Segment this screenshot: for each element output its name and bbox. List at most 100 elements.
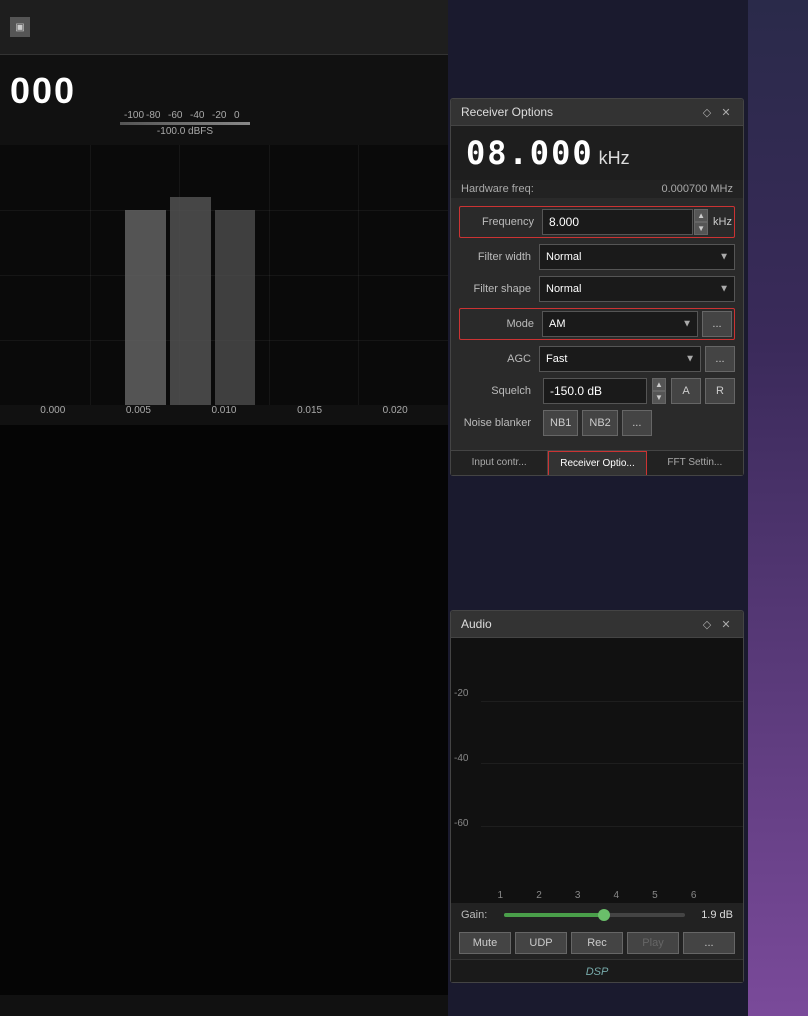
audio-extra-button[interactable]: ... bbox=[683, 932, 735, 954]
scale-ref-label: -100.0 dBFS bbox=[157, 126, 213, 137]
panel-header-controls: ◇ ✕ bbox=[700, 105, 733, 119]
squelch-a-button[interactable]: A bbox=[671, 378, 701, 404]
freq-unit: kHz bbox=[599, 148, 630, 169]
tab-fft-settings[interactable]: FFT Settin... bbox=[647, 451, 743, 475]
mute-button[interactable]: Mute bbox=[459, 932, 511, 954]
audio-x-axis: 1 2 3 4 5 6 bbox=[451, 888, 743, 903]
frequency-row: Frequency ▲ ▼ kHz bbox=[459, 206, 735, 238]
audio-pin-button[interactable]: ◇ bbox=[700, 617, 714, 631]
freq-d5: 0 bbox=[572, 134, 591, 172]
squelch-down-button[interactable]: ▼ bbox=[652, 391, 666, 404]
agc-select-wrapper: Fast Medium Slow Off ▼ bbox=[539, 346, 701, 372]
hw-freq-value: 0.000700 MHz bbox=[661, 183, 733, 195]
spectrum-canvas[interactable] bbox=[0, 145, 448, 405]
squelch-label: Squelch bbox=[459, 385, 539, 397]
audio-canvas: -20 -40 -60 bbox=[451, 638, 743, 888]
filter-shape-select[interactable]: Normal Soft Sharp bbox=[539, 276, 735, 302]
freq-digits: 000 bbox=[10, 70, 76, 111]
audio-panel-header: Audio ◇ ✕ bbox=[451, 611, 743, 638]
mode-label: Mode bbox=[462, 318, 542, 330]
gain-thumb bbox=[598, 909, 610, 921]
squelch-row: Squelch ▲ ▼ A R bbox=[459, 378, 735, 404]
app-icon: ▣ bbox=[10, 17, 30, 37]
freq-down-button[interactable]: ▼ bbox=[694, 222, 708, 235]
mode-select-wrapper: AM FM USB LSB CW WFM ▼ bbox=[542, 311, 698, 337]
dsp-bar: DSP bbox=[451, 959, 743, 982]
waterfall[interactable] bbox=[0, 425, 448, 995]
noise-blanker-row: Noise blanker NB1 NB2 ... bbox=[459, 410, 735, 436]
hw-freq-row: Hardware freq: 0.000700 MHz bbox=[451, 180, 743, 198]
agc-label: AGC bbox=[459, 353, 539, 365]
audio-panel-title: Audio bbox=[461, 617, 492, 631]
gain-slider[interactable] bbox=[504, 913, 685, 917]
freq-dot: . bbox=[509, 134, 528, 172]
filter-width-select[interactable]: Normal Wide Narrow bbox=[539, 244, 735, 270]
audio-hgrid-2 bbox=[481, 763, 743, 764]
frequency-label: Frequency bbox=[462, 216, 542, 228]
scale-numbers: -100 -80 -60 -40 -20 0 bbox=[124, 110, 246, 121]
nb1-button[interactable]: NB1 bbox=[543, 410, 578, 436]
audio-panel-controls: ◇ ✕ bbox=[700, 617, 733, 631]
squelch-up-button[interactable]: ▲ bbox=[652, 378, 666, 391]
spec-bar-1 bbox=[125, 210, 165, 405]
rec-button[interactable]: Rec bbox=[571, 932, 623, 954]
spectrum-scale: -100 -80 -60 -40 -20 0 -100.0 dBFS bbox=[120, 110, 250, 137]
main-freq-display: 000 bbox=[0, 65, 86, 117]
audio-y-label-20: -20 bbox=[454, 688, 468, 699]
spectrum-area: ▣ 000 -100 -80 -60 -40 -20 0 -100.0 dBFS bbox=[0, 0, 448, 1016]
hw-freq-label: Hardware freq: bbox=[461, 183, 534, 195]
agc-extra-button[interactable]: ... bbox=[705, 346, 735, 372]
receiver-tab-bar: Input contr... Receiver Optio... FFT Set… bbox=[451, 450, 743, 475]
audio-hgrid-3 bbox=[481, 826, 743, 827]
mode-select[interactable]: AM FM USB LSB CW WFM bbox=[542, 311, 698, 337]
filter-width-select-wrapper: Normal Wide Narrow ▼ bbox=[539, 244, 735, 270]
gain-row: Gain: 1.9 dB bbox=[451, 903, 743, 927]
freq-d3: 0 bbox=[530, 134, 549, 172]
frequency-input[interactable] bbox=[542, 209, 693, 235]
right-background bbox=[748, 0, 808, 1016]
gain-value: 1.9 dB bbox=[693, 909, 733, 921]
filter-width-row: Filter width Normal Wide Narrow ▼ bbox=[459, 244, 735, 270]
audio-buttons: Mute UDP Rec Play ... bbox=[451, 927, 743, 959]
filter-shape-select-wrapper: Normal Soft Sharp ▼ bbox=[539, 276, 735, 302]
tab-input-control[interactable]: Input contr... bbox=[451, 451, 548, 475]
noise-blanker-extra-button[interactable]: ... bbox=[622, 410, 652, 436]
audio-y-label-40: -40 bbox=[454, 753, 468, 764]
nb2-button[interactable]: NB2 bbox=[582, 410, 617, 436]
freq-d4: 0 bbox=[551, 134, 570, 172]
audio-close-button[interactable]: ✕ bbox=[719, 617, 733, 631]
freq-up-button[interactable]: ▲ bbox=[694, 209, 708, 222]
filter-width-label: Filter width bbox=[459, 251, 539, 263]
tab-receiver-options[interactable]: Receiver Optio... bbox=[548, 451, 646, 475]
top-bar: ▣ bbox=[0, 0, 448, 55]
udp-button[interactable]: UDP bbox=[515, 932, 567, 954]
receiver-freq-display: 0 8 . 0 0 0 kHz bbox=[451, 126, 743, 180]
frequency-input-box: ▲ ▼ kHz bbox=[542, 209, 732, 235]
squelch-r-button[interactable]: R bbox=[705, 378, 735, 404]
squelch-input[interactable] bbox=[543, 378, 647, 404]
spec-bar-2 bbox=[170, 197, 210, 405]
filter-shape-label: Filter shape bbox=[459, 283, 539, 295]
audio-panel: Audio ◇ ✕ -20 -40 -60 1 2 3 4 5 6 Gain: … bbox=[450, 610, 744, 983]
frequency-input-unit: kHz bbox=[713, 216, 732, 228]
mode-extra-button[interactable]: ... bbox=[702, 311, 732, 337]
agc-row: AGC Fast Medium Slow Off ▼ ... bbox=[459, 346, 735, 372]
receiver-panel-title: Receiver Options bbox=[461, 105, 553, 119]
play-button[interactable]: Play bbox=[627, 932, 679, 954]
dsp-label: DSP bbox=[586, 966, 609, 978]
spectrum-x-axis: 0.000 0.005 0.010 0.015 0.020 bbox=[0, 405, 448, 416]
receiver-close-button[interactable]: ✕ bbox=[719, 105, 733, 119]
spec-bar-3 bbox=[215, 210, 255, 405]
receiver-panel-body: Frequency ▲ ▼ kHz Filter width Normal Wi… bbox=[451, 198, 743, 450]
freq-d2: 8 bbox=[487, 134, 506, 172]
gain-label: Gain: bbox=[461, 909, 496, 921]
agc-select[interactable]: Fast Medium Slow Off bbox=[539, 346, 701, 372]
receiver-options-panel: Receiver Options ◇ ✕ 0 8 . 0 0 0 kHz Har… bbox=[450, 98, 744, 476]
receiver-pin-button[interactable]: ◇ bbox=[700, 105, 714, 119]
mode-row: Mode AM FM USB LSB CW WFM ▼ ... bbox=[459, 308, 735, 340]
scale-bar bbox=[120, 122, 250, 125]
audio-hgrid-1 bbox=[481, 701, 743, 702]
freq-d1: 0 bbox=[466, 134, 485, 172]
gain-fill bbox=[504, 913, 604, 917]
audio-y-label-60: -60 bbox=[454, 818, 468, 829]
